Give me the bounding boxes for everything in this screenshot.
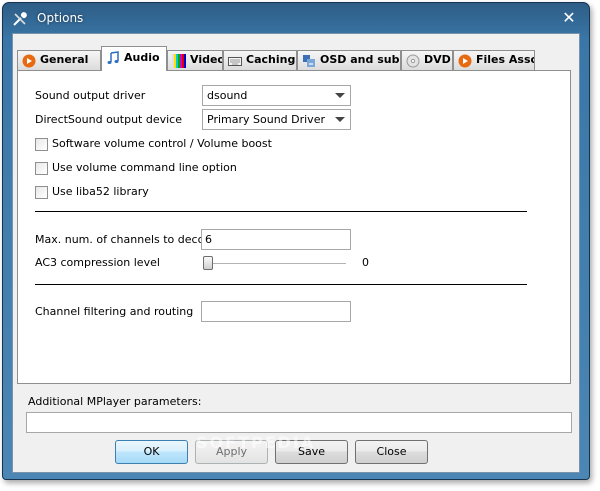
- play-circle-icon: [458, 54, 472, 68]
- ac3-slider-thumb[interactable]: [203, 256, 213, 270]
- tab-label: DVD: [424, 53, 451, 66]
- tab-audio[interactable]: Audio: [101, 46, 167, 71]
- volume-command-label: Use volume command line option: [52, 161, 237, 174]
- ac3-compression-value: 0: [362, 256, 369, 269]
- chevron-down-icon: [335, 117, 345, 122]
- close-button[interactable]: Close: [355, 440, 428, 464]
- title-bar: Options ✕: [3, 3, 589, 33]
- tab-video[interactable]: Video: [167, 50, 223, 70]
- play-circle-icon: [22, 54, 36, 68]
- tab-osd-and-subs[interactable]: OSD and subs: [297, 50, 401, 70]
- divider: [35, 211, 527, 212]
- options-window: Options ✕ General Audio Video Caching OS…: [2, 2, 590, 480]
- tab-label: General: [40, 53, 89, 66]
- software-volume-checkbox[interactable]: [35, 138, 48, 151]
- max-channels-label: Max. num. of channels to decode: [35, 233, 219, 246]
- tab-label: Files Asso: [476, 53, 535, 66]
- tab-files-asso[interactable]: Files Asso: [453, 50, 535, 70]
- liba52-checkbox[interactable]: [35, 186, 48, 199]
- additional-params-label: Additional MPlayer parameters:: [28, 395, 202, 408]
- audio-panel: Sound output driver dsound DirectSound o…: [17, 70, 571, 384]
- directsound-device-select[interactable]: Primary Sound Driver: [202, 109, 351, 130]
- tab-general[interactable]: General: [17, 50, 101, 70]
- dvd-icon: [406, 54, 420, 68]
- tab-label: Audio: [124, 51, 160, 64]
- window-title: Options: [37, 11, 84, 25]
- volume-command-checkbox[interactable]: [35, 162, 48, 175]
- watermark: SOFTPEDIA: [196, 433, 316, 452]
- tab-label: OSD and subs: [320, 53, 401, 66]
- additional-params-input[interactable]: [26, 412, 572, 433]
- tab-dvd[interactable]: DVD: [401, 50, 453, 70]
- tab-label: Video: [190, 53, 223, 66]
- ok-button[interactable]: OK: [115, 440, 188, 464]
- divider: [35, 284, 527, 285]
- sound-output-driver-select[interactable]: dsound: [202, 85, 351, 106]
- channel-filtering-label: Channel filtering and routing: [35, 305, 194, 318]
- channel-filtering-input[interactable]: [201, 301, 351, 322]
- music-note-icon: [107, 51, 119, 64]
- close-icon[interactable]: ✕: [559, 8, 579, 28]
- software-volume-label: Software volume control / Volume boost: [52, 137, 272, 150]
- directsound-device-value: Primary Sound Driver: [207, 113, 325, 126]
- tab-strip: General Audio Video Caching OSD and subs…: [17, 46, 577, 71]
- subtitles-icon: [303, 55, 315, 67]
- tab-label: Caching: [246, 53, 296, 66]
- ac3-compression-label: AC3 compression level: [35, 256, 160, 269]
- max-channels-input[interactable]: 6: [201, 229, 351, 250]
- tools-icon: [13, 12, 27, 26]
- tab-caching[interactable]: Caching: [223, 50, 297, 70]
- keyboard-icon: [228, 57, 242, 66]
- liba52-label: Use liba52 library: [52, 185, 149, 198]
- ac3-compression-slider[interactable]: [205, 263, 346, 265]
- sound-output-driver-value: dsound: [207, 89, 248, 102]
- dialog-body: General Audio Video Caching OSD and subs…: [12, 33, 580, 473]
- directsound-device-label: DirectSound output device: [35, 113, 182, 126]
- max-channels-value: 6: [205, 233, 212, 246]
- chevron-down-icon: [335, 93, 345, 98]
- sound-output-driver-label: Sound output driver: [35, 89, 146, 102]
- color-bars-icon: [172, 54, 186, 68]
